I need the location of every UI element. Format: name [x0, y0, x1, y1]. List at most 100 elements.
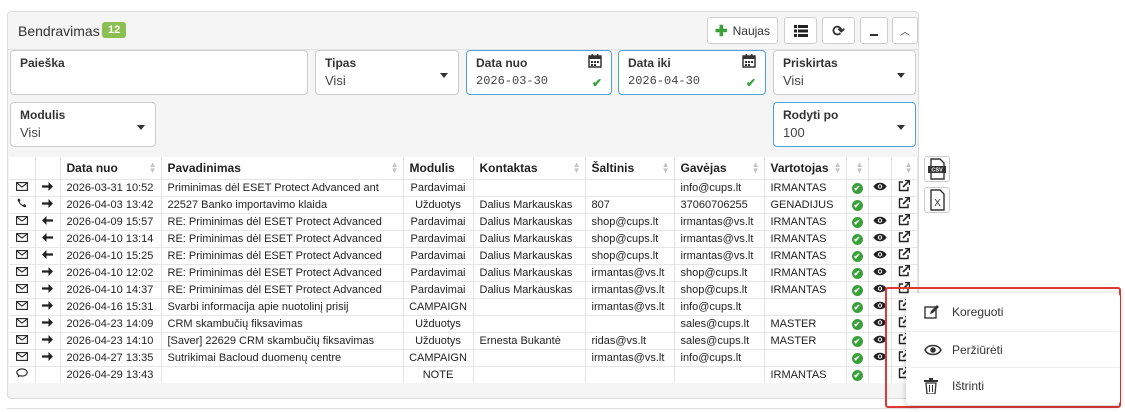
view-cell: [868, 263, 892, 281]
eye-icon[interactable]: [873, 233, 887, 242]
refresh-button[interactable]: ⟳: [822, 17, 855, 44]
user-cell: GENADIJUS: [764, 195, 847, 213]
arrow-left-icon: [42, 215, 53, 225]
module-select[interactable]: Modulis Visi: [10, 102, 156, 147]
table-row[interactable]: 2026-04-10 15:25 RE: Priminimas dėl ESET …: [9, 246, 918, 264]
new-button[interactable]: ✚ Naujas: [707, 17, 778, 44]
external-link-icon[interactable]: [898, 214, 911, 226]
table-row[interactable]: 2026-04-03 13:42 22527 Banko importavimo …: [9, 195, 918, 213]
arrow-right-icon: [42, 351, 53, 361]
check-circle-icon: ✔: [851, 318, 863, 330]
caret-down-icon: [137, 125, 145, 130]
title-cell: Sutrikimai Bacloud duomenų centre: [161, 348, 404, 366]
direction-cell: [35, 365, 61, 383]
external-link-icon[interactable]: [898, 248, 911, 260]
date-from-field[interactable]: Data nuo 2026-03-30 ✔: [466, 50, 612, 95]
assigned-select[interactable]: Priskirtas Visi: [773, 50, 916, 95]
header-open[interactable]: ▲ ▼: [891, 157, 918, 179]
type-cell: [9, 331, 36, 349]
status-cell: ✔: [846, 314, 869, 332]
header-contact[interactable]: Kontaktas ▲ ▼: [473, 157, 586, 179]
menu-item-view[interactable]: Peržiūrėti: [906, 331, 1120, 367]
table-row[interactable]: 2026-04-10 12:02 RE: Priminimas dėl ESET …: [9, 263, 918, 281]
show-per-label: Rodyti po: [783, 108, 839, 122]
collapse-button[interactable]: ︿: [892, 17, 918, 44]
arrow-left-icon: [42, 232, 53, 242]
contact-cell: Dalius Markauskas: [473, 246, 586, 264]
menu-item-edit[interactable]: Koreguoti: [906, 294, 1120, 330]
contact-cell: [473, 178, 586, 196]
table-row[interactable]: 2026-04-29 13:43 NOTE IRMANTAS ✔: [9, 365, 918, 383]
menu-item-delete[interactable]: Ištrinti: [906, 367, 1120, 403]
source-cell: irmantas@vs.lt: [585, 297, 675, 315]
table-row[interactable]: 2026-04-23 14:09 CRM skambučių fiksavimas…: [9, 314, 918, 332]
recipient-cell: 37060706255: [674, 195, 765, 213]
list-view-button[interactable]: [784, 17, 817, 44]
recipient-cell: irmantas@vs.lt: [674, 212, 765, 230]
table-row[interactable]: 2026-04-16 15:31 Svarbi informacija apie …: [9, 297, 918, 315]
external-link-icon[interactable]: [898, 265, 911, 277]
header-module[interactable]: Modulis: [403, 157, 474, 179]
header-user[interactable]: Vartotojas ▲ ▼: [764, 157, 847, 179]
header-status[interactable]: ▲ ▼: [846, 157, 869, 179]
assigned-label: Priskirtas: [783, 56, 838, 70]
direction-cell: [35, 195, 61, 213]
recipient-cell: irmantas@vs.lt: [674, 246, 765, 264]
export-excel-button[interactable]: X: [924, 187, 950, 213]
table-row[interactable]: 2026-04-09 15:57 RE: Priminimas dėl ESET …: [9, 212, 918, 230]
header-recipient[interactable]: Gavėjas ▲ ▼: [674, 157, 765, 179]
table-row[interactable]: 2026-03-31 10:52 Priminimas dėl ESET Prot…: [9, 178, 918, 196]
calendar-icon: [742, 54, 756, 68]
communication-table: Data nuo ▲ ▼ Pavadinimas ▲ ▼ Modulis Kontakt…: [9, 157, 918, 383]
eye-icon[interactable]: [873, 250, 887, 259]
date-to-field[interactable]: Data iki 2026-04-30 ✔: [618, 50, 766, 95]
arrow-right-icon: [42, 198, 53, 208]
check-icon: ✔: [591, 76, 602, 90]
external-link-icon[interactable]: [898, 231, 911, 243]
envelope-icon: [15, 334, 28, 344]
source-cell: irmantas@vs.lt: [585, 348, 675, 366]
show-per-select[interactable]: Rodyti po 100: [773, 102, 916, 147]
type-value: Visi: [325, 73, 346, 88]
table-row[interactable]: 2026-04-27 13:35 Sutrikimai Bacloud duome…: [9, 348, 918, 366]
header-date[interactable]: Data nuo ▲ ▼: [60, 157, 162, 179]
eye-icon[interactable]: [873, 216, 887, 225]
type-cell: [9, 178, 36, 196]
module-label: Modulis: [20, 108, 66, 122]
recipient-cell: sales@cups.lt: [674, 331, 765, 349]
external-link-icon[interactable]: [898, 180, 911, 192]
export-csv-button[interactable]: CSV: [924, 156, 950, 182]
envelope-icon: [15, 283, 28, 293]
user-cell: IRMANTAS: [764, 280, 847, 298]
table-row[interactable]: 2026-04-10 14:37 RE: Priminimas dėl ESET …: [9, 280, 918, 298]
menu-item-delete-label: Ištrinti: [952, 378, 985, 393]
title-cell: RE: Priminimas dėl ESET Protect Advanced: [161, 229, 404, 247]
contact-cell: [473, 348, 586, 366]
user-cell: IRMANTAS: [764, 229, 847, 247]
check-circle-icon: ✔: [851, 284, 863, 296]
header-source[interactable]: Šaltinis ▲ ▼: [585, 157, 675, 179]
module-cell: Pardavimai: [403, 263, 474, 281]
search-field[interactable]: Paieška: [10, 50, 308, 95]
header-title[interactable]: Pavadinimas ▲ ▼: [161, 157, 404, 179]
module-value: Visi: [20, 125, 41, 140]
open-cell: [891, 195, 918, 213]
type-select[interactable]: Tipas Visi: [315, 50, 459, 95]
contact-cell: Dalius Markauskas: [473, 263, 586, 281]
contact-cell: Dalius Markauskas: [473, 195, 586, 213]
source-cell: [585, 365, 675, 383]
minimize-button[interactable]: [860, 17, 888, 44]
module-cell: Pardavimai: [403, 280, 474, 298]
title-cell: RE: Priminimas dėl ESET Protect Advanced: [161, 280, 404, 298]
contact-cell: Dalius Markauskas: [473, 229, 586, 247]
eye-icon[interactable]: [873, 182, 887, 191]
source-cell: shop@cups.lt: [585, 212, 675, 230]
external-link-icon[interactable]: [898, 197, 911, 209]
date-cell: 2026-04-23 14:10: [60, 331, 162, 349]
eye-icon[interactable]: [873, 267, 887, 276]
table-row[interactable]: 2026-04-10 13:14 RE: Priminimas dėl ESET …: [9, 229, 918, 247]
direction-cell: [35, 263, 61, 281]
check-icon: ✔: [745, 76, 756, 90]
csv-file-icon: CSV: [928, 158, 946, 180]
table-row[interactable]: 2026-04-23 14:10 [Saver] 22629 CRM skambu…: [9, 331, 918, 349]
